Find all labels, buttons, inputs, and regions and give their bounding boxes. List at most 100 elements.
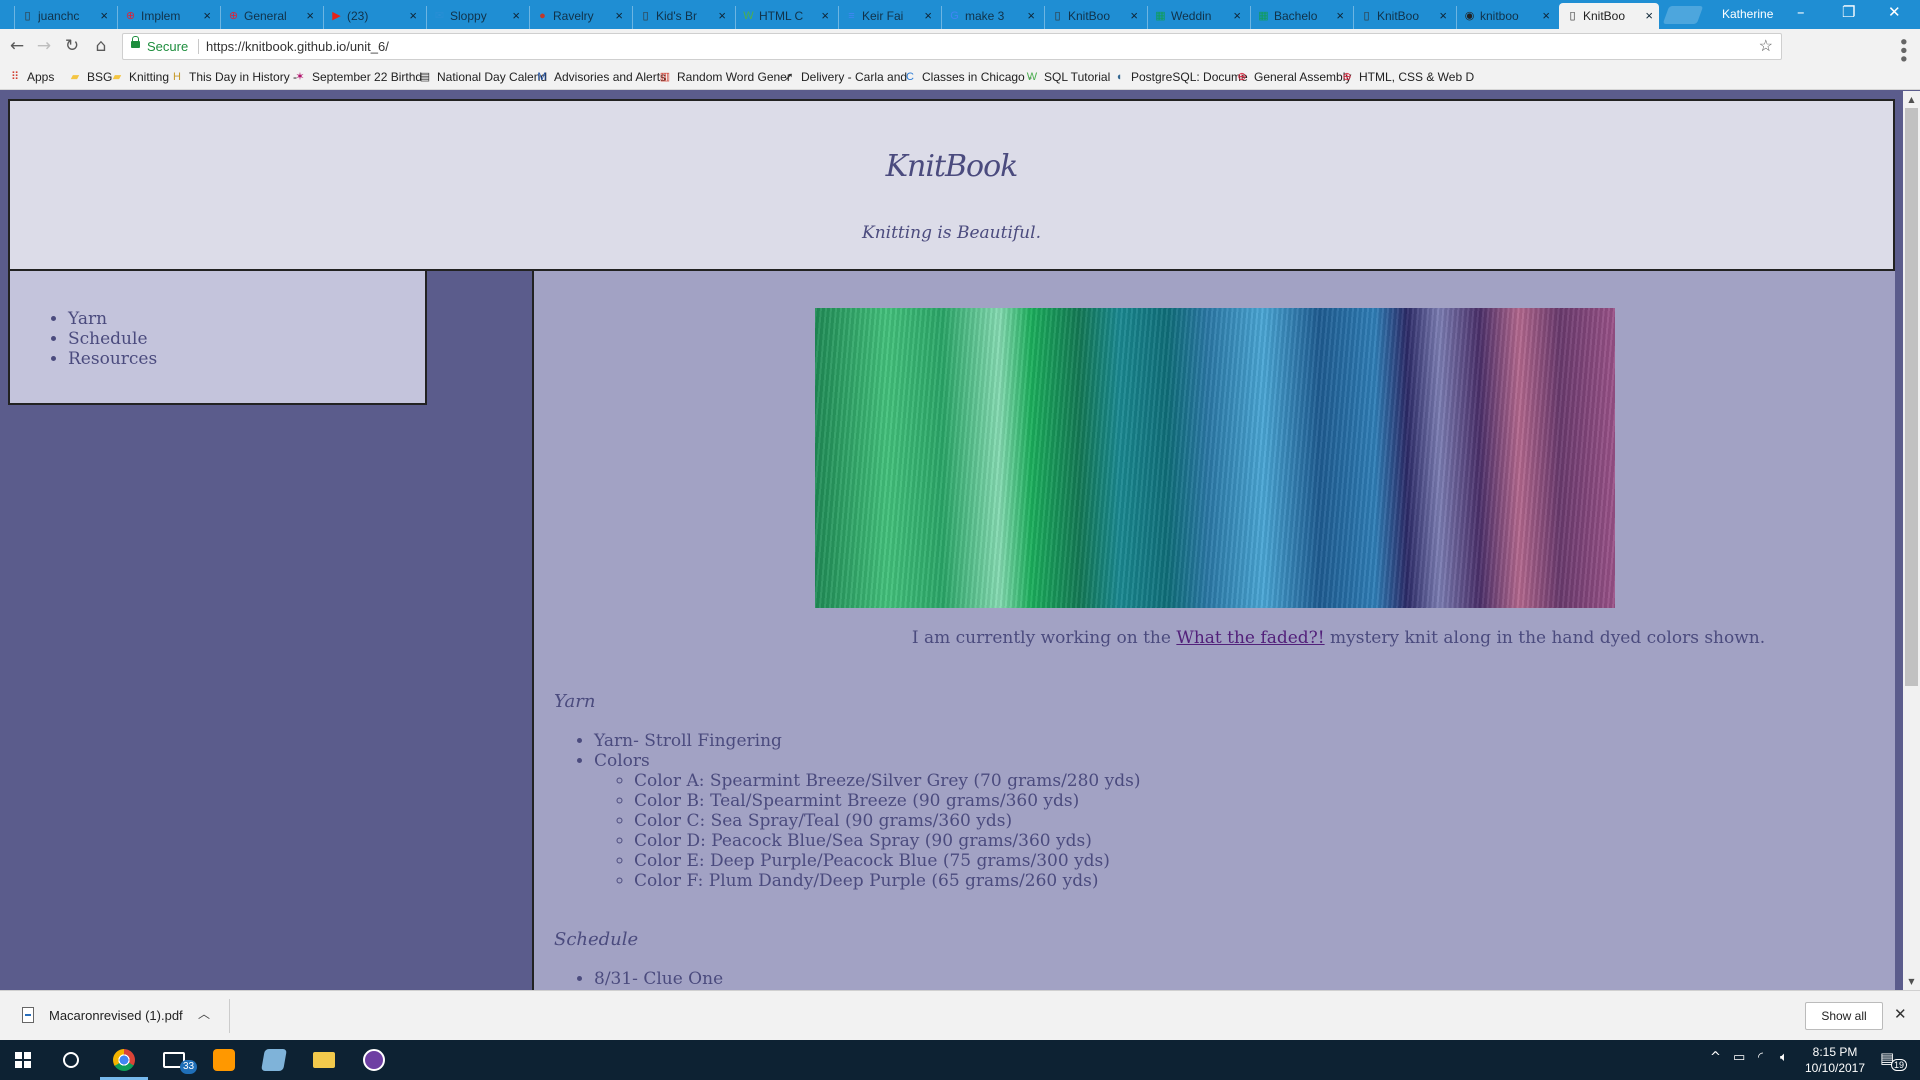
clock-date: 10/10/2017 [1804,1061,1866,1075]
bookmark-item[interactable]: ➚ Delivery - Carla and [782,68,907,87]
bookmark-item[interactable]: H This Day in History - [170,68,297,87]
tab-close-icon[interactable]: × [924,3,932,29]
reload-icon[interactable]: ↻ [62,36,82,56]
chevron-up-icon[interactable]: ︿ [198,1005,210,1022]
site-logo[interactable]: KnitBook [10,149,1893,184]
ga-icon: ⊕ [1342,71,1352,83]
browser-tab[interactable]: ▦ Bachelo × [1250,3,1350,29]
mail-taskbar-icon[interactable]: 33 [150,1040,198,1080]
browser-tab[interactable]: ▯ KnitBoo × [1353,3,1453,29]
bookmark-item[interactable]: ▥ Random Word Gener [658,68,791,87]
tab-close-icon[interactable]: × [1130,3,1138,29]
tab-close-icon[interactable]: × [821,3,829,29]
profile-name[interactable]: Katherine [1722,7,1773,21]
bookmark-label: National Day Calend [437,70,548,84]
bookmark-item[interactable]: ⊕ General Assembly [1235,68,1351,87]
tab-close-icon[interactable]: × [615,3,623,29]
browser-tab[interactable]: ⊕ Implem × [117,3,217,29]
browser-tab[interactable]: Gmake 3 × [941,3,1041,29]
shelf-divider [229,999,230,1033]
page-viewport: KnitBook Knitting is Beautiful. Yarn Sch… [0,91,1903,990]
tab-close-icon[interactable]: × [203,3,211,29]
bookmark-item[interactable]: ✶ September 22 Birthd [293,68,422,87]
nav-item-resources[interactable]: Resources [68,349,157,369]
mkal-link[interactable]: What the faded?! [1176,628,1324,648]
windows-start-icon[interactable] [15,1052,31,1068]
page-icon: ▯ [642,10,649,22]
browser-tab[interactable]: ▶ (23) × [323,3,423,29]
volume-icon[interactable]: 🔈︎ [1780,1050,1788,1065]
tab-close-icon[interactable]: × [512,3,520,29]
file-explorer-taskbar-icon[interactable] [300,1040,348,1080]
scroll-up-icon[interactable]: ▲ [1903,91,1920,108]
bookmark-item[interactable]: ⊕ HTML, CSS & Web D [1340,68,1474,87]
minimize-icon[interactable]: – [1797,3,1805,21]
github-desktop-taskbar-icon[interactable] [350,1040,398,1080]
scrollbar-thumb[interactable] [1905,108,1918,686]
nav-item-schedule[interactable]: Schedule [68,329,157,349]
forward-icon[interactable]: → [34,36,54,56]
ga-icon: ⊕ [1237,71,1247,83]
bookmark-item[interactable]: ⠿ Apps [8,68,54,87]
bookmark-star-icon[interactable]: ☆ [1759,34,1773,59]
bookmark-item[interactable]: ◖ PostgreSQL: Docume [1112,68,1248,87]
bookmark-label: HTML, CSS & Web D [1359,70,1475,84]
tab-close-icon[interactable]: × [1439,3,1447,29]
chrome-taskbar-icon[interactable] [100,1040,148,1080]
browser-tab[interactable]: ⊕ General × [220,3,320,29]
cortana-icon[interactable] [63,1052,79,1068]
tab-close-icon[interactable]: × [1542,3,1550,29]
notification-center-icon[interactable]: ▤ 19 [1880,1049,1908,1071]
battery-icon[interactable]: ▭ [1733,1050,1745,1065]
chrome-menu-icon[interactable]: ••• [1894,37,1912,63]
close-shelf-icon[interactable]: ✕ [1894,1005,1907,1023]
wifi-icon[interactable]: ◜ [1758,1050,1763,1065]
bookmark-item[interactable]: ▤ National Day Calend [418,68,547,87]
bookmark-item[interactable]: ▰ Knitting [110,68,169,87]
browser-tab[interactable]: ▦ Weddin × [1147,3,1247,29]
nav-item-yarn[interactable]: Yarn [68,309,157,329]
home-icon[interactable]: ⌂ [91,36,111,56]
bookmark-item[interactable]: C Classes in Chicago - [903,68,1032,87]
pdf-file-icon [22,1007,34,1023]
tab-close-icon[interactable]: × [1233,3,1241,29]
page-icon: ▯ [1054,10,1061,22]
page-icon: ▯ [1569,10,1576,22]
browser-tab[interactable]: ◉ knitboo × [1456,3,1556,29]
tab-label: KnitBoo [1377,9,1420,23]
show-all-button[interactable]: Show all [1805,1002,1883,1030]
chevron-up-tray-icon[interactable]: ^ [1710,1050,1721,1065]
url-text[interactable]: https://knitbook.github.io/unit_6/ [206,34,389,59]
bookmark-item[interactable]: ▰ BSG [68,68,113,87]
browser-tab[interactable]: ▯ KnitBoo × [1559,3,1659,29]
page-scrollbar[interactable]: ▲ ▼ [1903,91,1920,990]
browser-tab[interactable]: ▯ Kid's Br × [632,3,732,29]
system-clock[interactable]: 8:15 PM 10/10/2017 [1800,1044,1870,1076]
browser-tab[interactable]: ≡ Keir Fai × [838,3,938,29]
back-icon[interactable]: ← [7,36,27,56]
new-tab-button[interactable] [1662,6,1704,24]
bookmark-item[interactable]: W SQL Tutorial [1025,68,1110,87]
address-bar[interactable]: Secure https://knitbook.github.io/unit_6… [122,33,1782,60]
browser-tab[interactable]: ▯ juanchc × [14,3,114,29]
restore-icon[interactable]: ❐ [1842,3,1855,21]
close-window-icon[interactable]: ✕ [1888,3,1901,21]
browser-tab[interactable]: W HTML C × [735,3,835,29]
schedule-item: 8/31- Clue One [594,969,723,989]
tab-close-icon[interactable]: × [1645,3,1653,29]
tab-close-icon[interactable]: × [1336,3,1344,29]
bookmark-item[interactable]: M Advisories and Alerts [535,68,666,87]
tab-close-icon[interactable]: × [100,3,108,29]
tab-close-icon[interactable]: × [1027,3,1035,29]
browser-tab[interactable]: ✉ Sloppy × [426,3,526,29]
browser-tab[interactable]: ▯ KnitBoo × [1044,3,1144,29]
sublime-taskbar-icon[interactable] [200,1040,248,1080]
bookmark-label: SQL Tutorial [1044,70,1111,84]
tab-close-icon[interactable]: × [409,3,417,29]
download-file-name[interactable]: Macaronrevised (1).pdf [49,1008,183,1023]
app-taskbar-icon[interactable] [250,1040,298,1080]
tab-close-icon[interactable]: × [718,3,726,29]
scroll-down-icon[interactable]: ▼ [1903,973,1920,990]
tab-close-icon[interactable]: × [306,3,314,29]
browser-tab[interactable]: ● Ravelry × [529,3,629,29]
